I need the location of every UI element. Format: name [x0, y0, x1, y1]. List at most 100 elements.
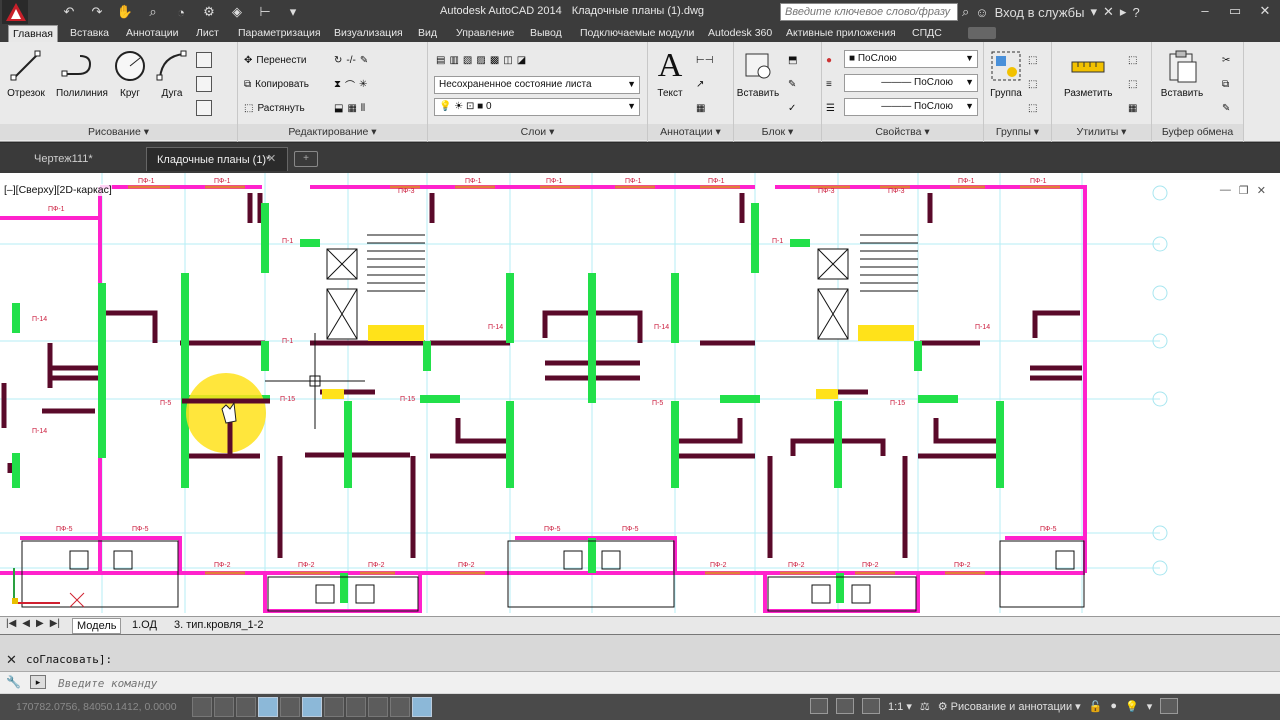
line-tool[interactable]: Отрезок — [4, 48, 48, 99]
clipboard-panel-footer[interactable]: Буфер обмена — [1152, 124, 1243, 140]
command-input[interactable] — [58, 675, 958, 691]
help-icon[interactable]: ? — [1132, 5, 1139, 20]
region-tool[interactable] — [196, 98, 212, 118]
dimension-icon[interactable]: ⊢ — [254, 4, 276, 20]
maximize-icon[interactable]: ▭ — [1220, 0, 1250, 24]
layout-tab-roof[interactable]: 3. тип.кровля_1-2 — [170, 618, 267, 634]
tab-featured-apps[interactable]: Активные приложения — [782, 25, 900, 42]
tab-plugins[interactable]: Подключаемые модули — [576, 25, 698, 42]
prompt-icon[interactable]: ▸ — [30, 675, 46, 689]
utilities-panel-footer[interactable]: Утилиты ▾ — [1052, 124, 1151, 140]
hatch-tool[interactable] — [196, 74, 212, 94]
status-menu-icon[interactable]: ▾ — [1147, 700, 1153, 713]
copy-clip-tool[interactable]: ⧉ — [1222, 74, 1229, 94]
lineweight-dropdown[interactable]: ——— ПоСлою ▼ — [844, 98, 978, 116]
create-block-tool[interactable]: ⬒ — [788, 50, 797, 70]
ortho-toggle[interactable] — [258, 697, 278, 717]
select-all-tool[interactable]: ⬚ — [1128, 74, 1137, 94]
edit-block-tool[interactable]: ✎ — [788, 74, 796, 94]
annotation-scale[interactable]: 1:1 ▾ — [888, 700, 912, 713]
tab-layout[interactable]: Лист — [192, 25, 223, 42]
lock-icon[interactable]: 🔓 — [1089, 700, 1103, 713]
vp-minimize-icon[interactable]: — — [1220, 184, 1231, 197]
dyn-toggle[interactable] — [390, 697, 410, 717]
rotate-tool[interactable]: ↻ -/- ✎ — [334, 50, 368, 70]
properties-panel-footer[interactable]: Свойства ▾ — [822, 124, 983, 140]
binoculars-icon[interactable]: ⌕ — [962, 4, 969, 20]
draw-panel-footer[interactable]: Рисование ▾ — [0, 124, 237, 140]
viewport-controls-label[interactable]: [–][Сверху][2D-каркас] — [4, 184, 112, 196]
dimension-tool[interactable]: ⊢⊣ — [696, 50, 713, 70]
move-tool[interactable]: ✥ Перенести — [244, 50, 307, 70]
tab-spds[interactable]: СПДС — [908, 25, 946, 42]
3dosnap-toggle[interactable] — [324, 697, 344, 717]
hardware-acceleration-icon[interactable]: ● — [1110, 700, 1117, 712]
otrack-toggle[interactable] — [346, 697, 366, 717]
vp-restore-icon[interactable]: ❐ — [1239, 184, 1249, 197]
table-tool[interactable]: ▦ — [696, 98, 705, 118]
quick-view-icon[interactable] — [836, 698, 854, 714]
tab-autodesk360[interactable]: Autodesk 360 — [704, 25, 776, 42]
ungroup-tool[interactable]: ⬚ — [1028, 50, 1037, 70]
floor-plan[interactable]: ПФ-1 ПФ-1 ПФ-3 ПФ-1 ПФ-1 ПФ-1 ПФ-1 ПФ-3 … — [0, 173, 1280, 616]
customize-icon[interactable]: 🔧 — [6, 675, 21, 689]
leader-tool[interactable]: ↗ — [696, 74, 704, 94]
pan-icon[interactable]: ✋ — [114, 4, 136, 20]
ribbon-minimize-toggle[interactable] — [968, 27, 996, 39]
tab-home[interactable]: Главная — [8, 25, 58, 42]
exchange-icon[interactable]: ✕ — [1103, 4, 1114, 20]
linetype-dropdown[interactable]: ——— ПоСлою ▼ — [844, 74, 978, 92]
last-layout-icon[interactable]: ▶| — [50, 618, 60, 629]
workspace-icon[interactable]: ⚙ — [198, 4, 220, 20]
attribute-tool[interactable]: ✓ — [788, 98, 796, 118]
mirror-tool[interactable]: ⧗ ⌒ ✳ — [334, 74, 367, 94]
qat-dropdown-icon[interactable]: ▾ — [282, 4, 304, 20]
group-select-tool[interactable]: ⬚ — [1028, 98, 1037, 118]
modify-panel-footer[interactable]: Редактирование ▾ — [238, 124, 427, 140]
circle-tool[interactable]: Круг — [108, 48, 152, 99]
close-icon[interactable]: ✕ — [1250, 0, 1280, 24]
calculator-tool[interactable]: ▦ — [1128, 98, 1137, 118]
next-layout-icon[interactable]: ▶ — [36, 618, 44, 629]
match-properties-tool[interactable]: ● — [826, 50, 832, 70]
isolate-objects-icon[interactable]: 💡 — [1125, 700, 1139, 713]
snap-toggle[interactable] — [214, 697, 234, 717]
zoom-icon[interactable]: ⌕ — [142, 4, 164, 20]
polyline-tool[interactable]: Полилиния — [56, 48, 108, 99]
layer-state-dropdown[interactable]: Несохраненное состояние листа ▼ — [434, 76, 640, 94]
vp-close-icon[interactable]: ✕ — [1257, 184, 1266, 197]
dropdown-arrow-icon[interactable]: ▾ — [1090, 4, 1097, 20]
group-tool[interactable]: Группа — [984, 48, 1028, 99]
new-tab-icon[interactable]: + — [294, 151, 318, 167]
tab-visualize[interactable]: Визуализация — [330, 25, 407, 42]
prev-layout-icon[interactable]: ◀ — [22, 618, 30, 629]
minimize-icon[interactable]: – — [1190, 0, 1220, 24]
workspace-switch[interactable]: ⚙ Рисование и аннотации ▾ — [938, 700, 1081, 713]
tab-parametric[interactable]: Параметризация — [234, 25, 325, 42]
layers-panel-footer[interactable]: Слои ▾ — [428, 124, 647, 140]
cut-tool[interactable]: ✂ — [1222, 50, 1230, 70]
layer-dropdown[interactable]: 💡 ☀ ⊡ ■ 0 ▼ — [434, 98, 640, 116]
doc-tab-drawing111[interactable]: Чертеж111* — [24, 147, 103, 171]
close-icon[interactable]: ✕ — [6, 652, 17, 668]
quick-select-tool[interactable]: ⬚ — [1128, 50, 1137, 70]
layer-tools-row[interactable]: ▤ ▥ ▧ ▨ ▩ ◫ ◪ — [436, 50, 526, 70]
first-layout-icon[interactable]: |◀ — [6, 618, 16, 629]
osnap-toggle[interactable] — [302, 697, 322, 717]
lineweight-toggle[interactable] — [412, 697, 432, 717]
tab-output[interactable]: Вывод — [526, 25, 566, 42]
group-edit-tool[interactable]: ⬚ — [1028, 74, 1037, 94]
measure-tool[interactable]: Разметить — [1064, 48, 1112, 99]
help-arrow-icon[interactable]: ▸ — [1120, 4, 1127, 20]
arc-tool[interactable]: Дуга — [150, 48, 194, 99]
insert-block-tool[interactable]: Вставить — [736, 48, 780, 99]
signin-button[interactable]: Вход в службы — [995, 5, 1085, 20]
app-menu-button[interactable] — [2, 0, 28, 24]
undo-icon[interactable]: ↶ — [58, 4, 80, 20]
layout-tab-od[interactable]: 1.ОД — [128, 618, 161, 634]
color-dropdown[interactable]: ■ ПоСлою ▼ — [844, 50, 978, 68]
user-icon[interactable]: ☺ — [975, 5, 988, 20]
annotation-autoscale-icon[interactable]: ⚖ — [920, 700, 930, 713]
tab-manage[interactable]: Управление — [452, 25, 518, 42]
annotation-visibility-icon[interactable] — [862, 698, 880, 714]
